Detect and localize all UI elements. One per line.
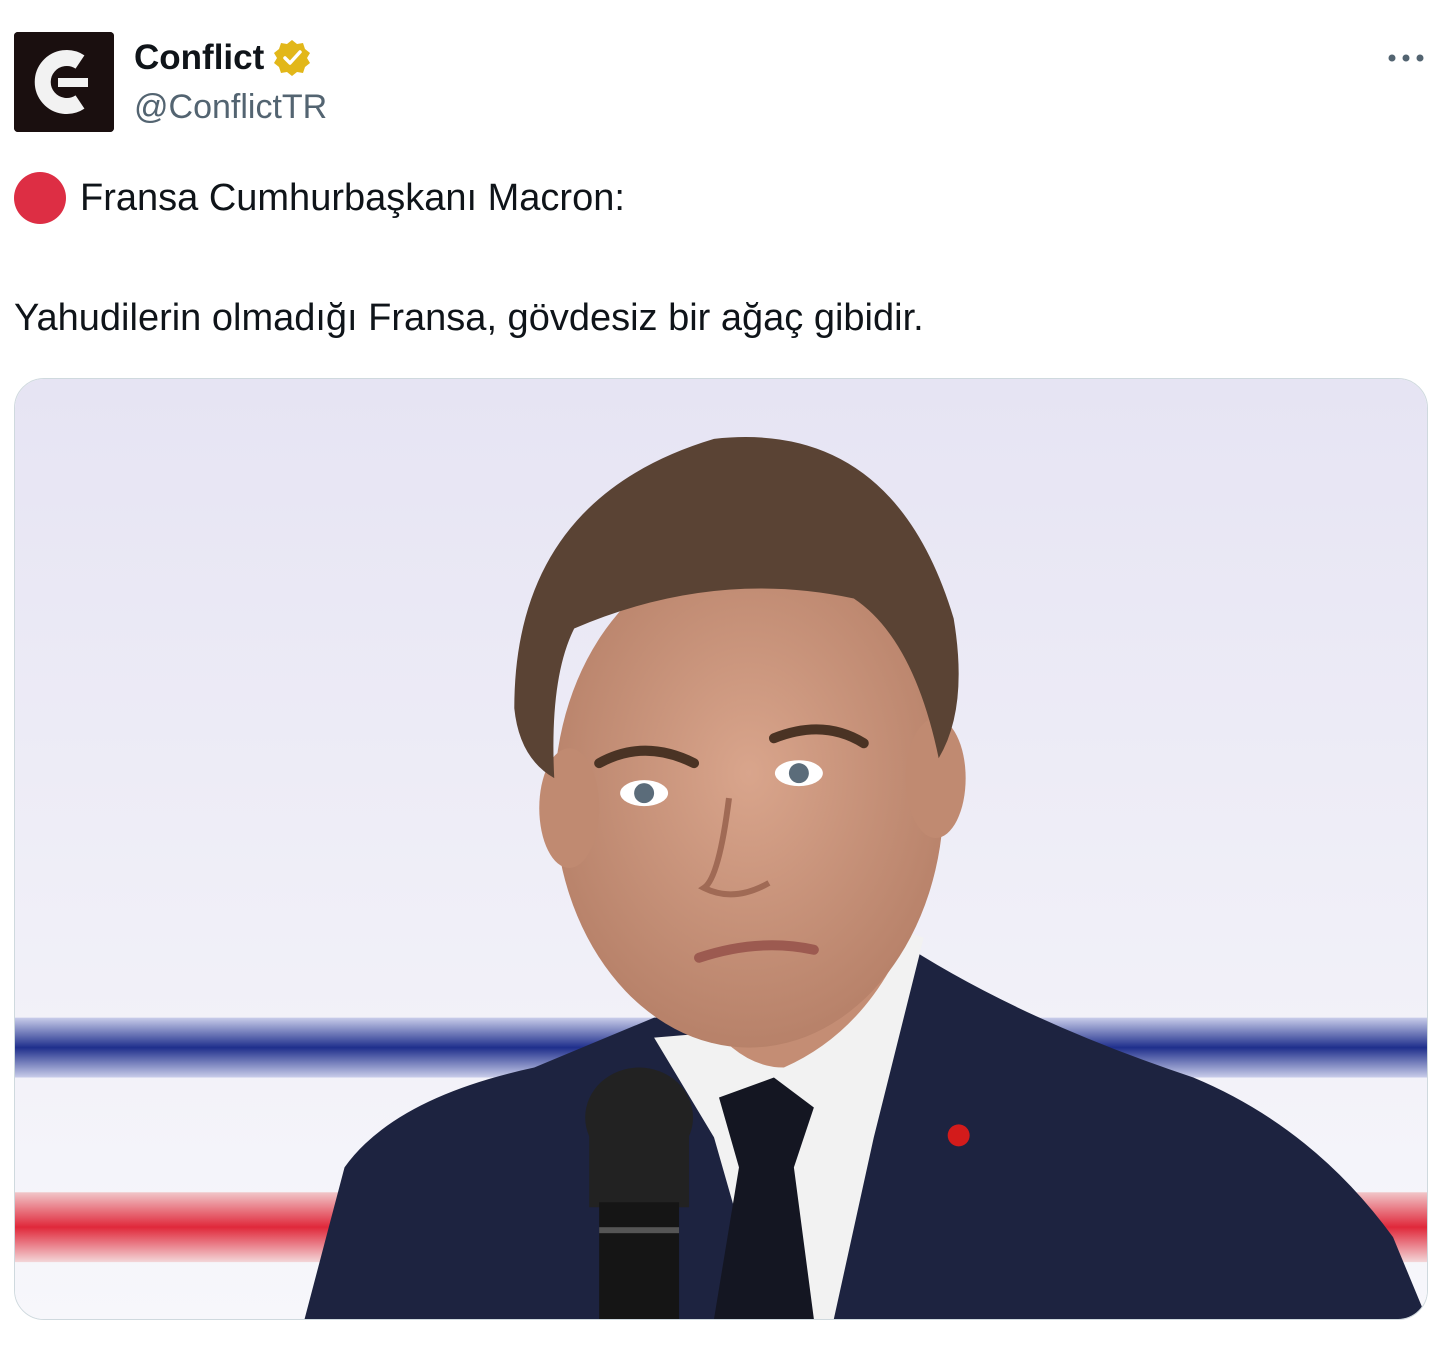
more-options-button[interactable]	[1384, 40, 1428, 76]
tweet-line-1: Fransa Cumhurbaşkanı Macron:	[14, 172, 1424, 224]
tweet-photo[interactable]	[14, 378, 1428, 1320]
tweet-text: Fransa Cumhurbaşkanı Macron: Yahudilerin…	[14, 172, 1424, 344]
tweet-line-1-text: Fransa Cumhurbaşkanı Macron:	[80, 177, 625, 219]
verified-badge-icon	[272, 38, 312, 78]
name-row: Conflict	[134, 36, 312, 80]
user-handle[interactable]: @ConflictTR	[134, 86, 327, 128]
display-name[interactable]: Conflict	[134, 36, 264, 80]
red-circle-icon	[14, 172, 66, 224]
avatar[interactable]	[14, 32, 114, 132]
conflict-logo-icon	[14, 32, 114, 132]
photo-of-man-speaking-into-microphone-icon	[15, 379, 1427, 1319]
more-options-icon	[1388, 54, 1424, 62]
tweet[interactable]: Conflict @ConflictTR Fransa Cumhurbaşkan…	[0, 0, 1450, 1348]
tweet-line-2: Yahudilerin olmadığı Fransa, gövdesiz bi…	[14, 297, 924, 339]
